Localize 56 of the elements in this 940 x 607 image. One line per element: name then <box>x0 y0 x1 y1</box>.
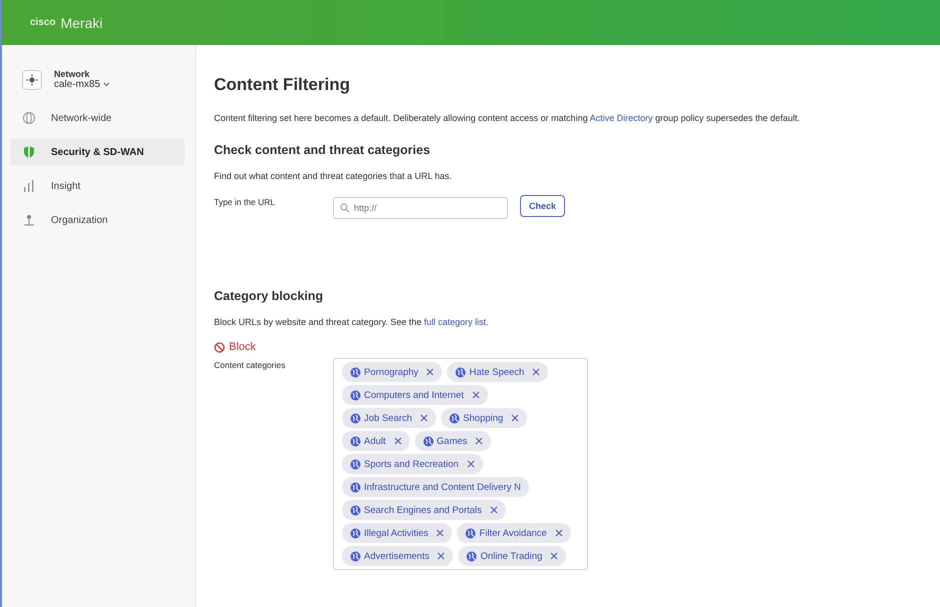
close-icon[interactable] <box>554 529 563 537</box>
bar-chart-icon <box>22 179 36 193</box>
check-button[interactable]: Check <box>520 195 566 217</box>
section-heading: Check content and threat categories <box>214 143 432 157</box>
chip-label: Sports and Recreation <box>364 458 459 470</box>
shield-icon <box>22 145 36 159</box>
section-heading: Category blocking <box>214 289 324 303</box>
chip-label: Online Trading <box>480 550 542 562</box>
block-label: Block <box>229 341 256 353</box>
nav-item[interactable]: Organization <box>10 206 185 234</box>
close-icon[interactable] <box>532 368 540 376</box>
chip-label: Filter Avoidance <box>479 528 547 538</box>
chevron-down-icon <box>102 82 110 87</box>
network-label: Network <box>54 69 91 79</box>
chip-label: Adult <box>364 436 386 446</box>
intro-text: Content filtering set here becomes a default. Deliberately allowing content access or matching Active Directory group policy supersedes the default. <box>214 113 801 123</box>
close-icon[interactable] <box>550 552 558 560</box>
nav-item[interactable]: Network-wide <box>10 104 185 132</box>
product-name: Meraki <box>60 14 103 30</box>
chip-label: Hate Speech <box>469 366 524 378</box>
close-icon[interactable] <box>437 552 446 560</box>
chip-label: Shopping <box>463 412 504 424</box>
section-description: Find out what content and threat categories that a URL has. <box>214 171 453 181</box>
search-icon <box>340 203 350 213</box>
close-icon[interactable] <box>490 506 498 514</box>
close-icon[interactable] <box>511 414 520 422</box>
nav-item[interactable]: Insight <box>10 172 185 200</box>
block-icon <box>214 342 225 352</box>
page-title: Content Filtering <box>214 75 351 95</box>
category-select-field[interactable] <box>333 358 588 570</box>
chip-label: Advertisements <box>364 550 430 562</box>
chip-label: Illegal Activities <box>364 528 428 538</box>
chip-label: Computers and Internet <box>364 390 464 400</box>
field-label: Content categories <box>214 360 286 370</box>
logo-mark: cisco <box>30 17 56 28</box>
category-list-link[interactable]: full category list. <box>424 317 488 327</box>
network-icon <box>22 70 42 90</box>
close-icon[interactable] <box>394 437 402 445</box>
nav-item[interactable]: Security & SD-WAN <box>10 138 185 166</box>
close-icon[interactable] <box>426 368 434 376</box>
close-icon[interactable] <box>466 460 475 468</box>
chip-label: Search Engines and Portals <box>364 504 482 516</box>
chip-label: Games <box>436 436 468 446</box>
close-icon[interactable] <box>472 391 480 399</box>
section-description: Block URLs by website and threat category. See the full category list. <box>214 317 490 327</box>
network-selector[interactable]: cale-mx85 <box>54 79 110 90</box>
chip-label: Infrastructure and Content Delivery N <box>364 482 521 492</box>
close-icon[interactable] <box>436 529 444 537</box>
chip-label: Pornography <box>364 366 418 378</box>
url-input-field[interactable]: http:// <box>333 197 508 219</box>
close-icon[interactable] <box>475 437 484 445</box>
field-label: Type in the URL <box>214 197 276 207</box>
active-directory-link[interactable]: Active Directory <box>590 113 653 123</box>
chip-label: Job Search <box>364 412 412 424</box>
close-icon[interactable] <box>420 414 428 422</box>
org-icon <box>22 213 36 227</box>
